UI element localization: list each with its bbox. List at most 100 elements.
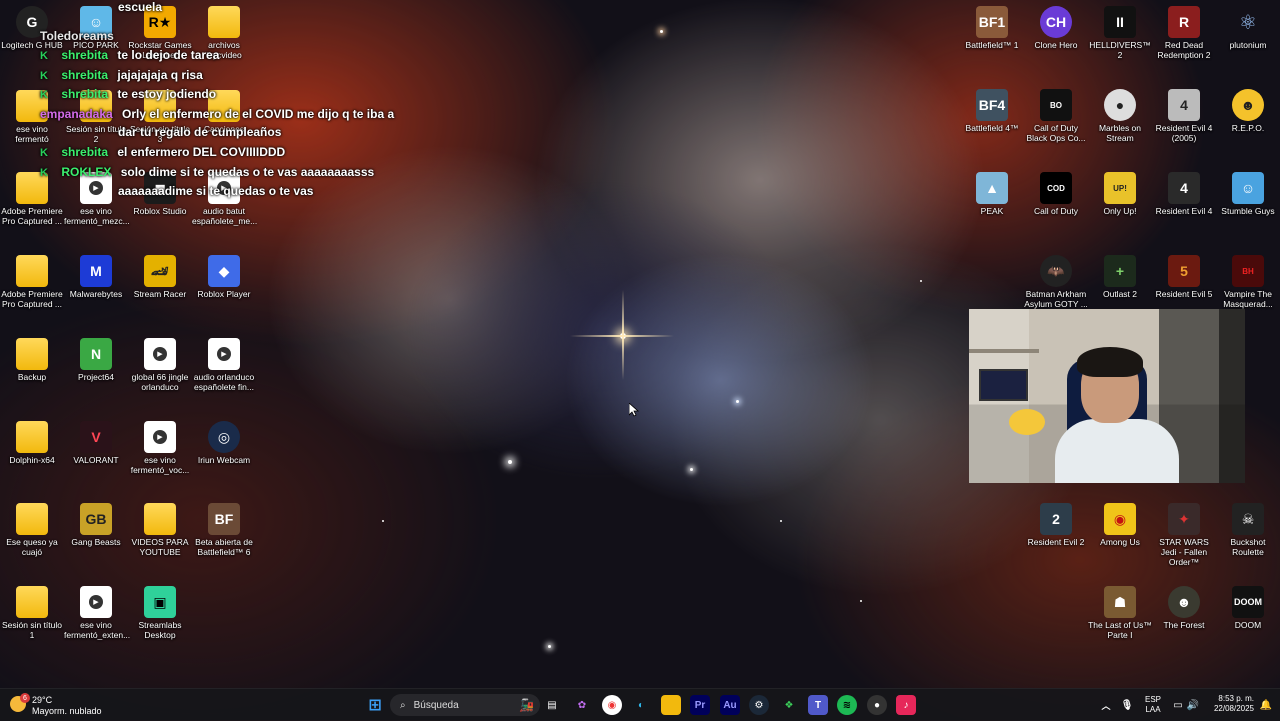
desktop-icon[interactable]: Backup (0, 338, 64, 382)
windows-start-icon[interactable]: ⊞ (365, 695, 385, 715)
desktop-icon[interactable]: BF Beta abierta de Battlefield™ 6 (192, 503, 256, 557)
desktop-icon[interactable]: 🏎 Stream Racer (128, 255, 192, 299)
desktop-icon[interactable]: M Malwarebytes (64, 255, 128, 299)
desktop-icon[interactable]: 5 Resident Evil 5 (1152, 255, 1216, 299)
search-placeholder: Búsqueda (413, 699, 459, 711)
batman-icon: 🦇 (1040, 255, 1072, 287)
taskbar: 6 29°C Mayorm. nublado ⊞ ⌕ Búsqueda 🚂 ▤ … (0, 688, 1280, 721)
video-file-icon: ▶ (208, 338, 240, 370)
chrome-icon[interactable]: ◉ (602, 695, 622, 715)
desktop-icon[interactable]: 🦇 Batman Arkham Asylum GOTY ... (1024, 255, 1088, 309)
desktop-icon[interactable]: ▶ ese vino fermentó_voc... (128, 421, 192, 475)
chat-badge-icon: K (40, 70, 48, 82)
desktop-icon[interactable]: COD Call of Duty (1024, 172, 1088, 216)
desktop-icon[interactable]: ▶ audio orlanduco españolete fin... (192, 338, 256, 392)
roblox-icon: ◆ (208, 255, 240, 287)
star-wars-icon: ✦ (1168, 503, 1200, 535)
star (860, 600, 862, 602)
desktop-icon[interactable]: 4 Resident Evil 4 (2005) (1152, 89, 1216, 143)
desktop-icon[interactable]: Adobe Premiere Pro Captured ... (0, 255, 64, 309)
steam-icon[interactable]: ⚙ (749, 695, 769, 715)
clock[interactable]: 8:53 p. m. 22/08/2025 (1204, 694, 1254, 714)
desktop-icon[interactable]: ◎ Iriun Webcam (192, 421, 256, 465)
battlefield1-icon: BF1 (976, 6, 1008, 38)
streamlabs-icon: ▣ (144, 586, 176, 618)
language-indicator[interactable]: ESP LAA (1140, 695, 1166, 715)
desktop-icon[interactable]: ◆ Roblox Player (192, 255, 256, 299)
folder-icon (208, 6, 240, 38)
spotify-icon[interactable]: ≋ (837, 695, 857, 715)
notifications-icon[interactable]: 🔔 (1256, 695, 1276, 715)
premiere-pro-icon[interactable]: Pr (690, 695, 710, 715)
desktop-icon[interactable]: + Outlast 2 (1088, 255, 1152, 299)
copilot-icon[interactable]: ✿ (572, 695, 592, 715)
desktop-icon[interactable]: ☺ Stumble Guys (1216, 172, 1280, 216)
desktop-icon[interactable]: G Logitech G HUB (0, 6, 64, 50)
desktop-icon[interactable]: Dolphin-x64 (0, 421, 64, 465)
desktop-icon[interactable]: ◉ Among Us (1088, 503, 1152, 547)
chevron-up-icon[interactable]: ︿ (1096, 695, 1116, 715)
cod-bo-icon: BO (1040, 89, 1072, 121)
desktop-icon[interactable]: UP! Only Up! (1088, 172, 1152, 216)
desktop-icon[interactable]: II HELLDIVERS™ 2 (1088, 6, 1152, 60)
desktop-icon[interactable]: BH Vampire The Masquerad... (1216, 255, 1280, 309)
chat-message: empanadaka Orly el enfermero de el COVID… (40, 107, 395, 121)
desktop-icon[interactable]: ☗ The Last of Us™ Parte I (1088, 586, 1152, 640)
cod-icon: COD (1040, 172, 1072, 204)
video-file-icon: ▶ (144, 421, 176, 453)
desktop-icon[interactable]: ☠ Buckshot Roulette (1216, 503, 1280, 557)
tiktok-icon[interactable]: ♪ (896, 695, 916, 715)
outlast-icon: + (1104, 255, 1136, 287)
desktop-icon[interactable]: BF1 Battlefield™ 1 (960, 6, 1024, 50)
desktop-icon[interactable]: ▶ ese vino fermentó_mezc... (64, 172, 130, 226)
task-view-icon[interactable]: ▤ (542, 695, 562, 715)
desktop-icon[interactable]: Ese queso ya cuajó (0, 503, 64, 557)
search-box[interactable]: ⌕ Búsqueda 🚂 (390, 694, 540, 716)
desktop-icon[interactable]: 4 Resident Evil 4 (1152, 172, 1216, 216)
desktop-icon[interactable]: V VALORANT (64, 421, 128, 465)
desktop-icon[interactable]: ☻ The Forest (1152, 586, 1216, 630)
desktop-icon[interactable]: DOOM DOOM (1216, 586, 1280, 630)
desktop-icon[interactable]: ● Marbles on Stream (1088, 89, 1152, 143)
marbles-icon: ● (1104, 89, 1136, 121)
star (508, 460, 512, 464)
desktop-icon[interactable]: BF4 Battlefield 4™ (960, 89, 1024, 133)
desktop-icon[interactable]: VIDEOS PARA YOUTUBE (128, 503, 192, 557)
file-explorer-icon[interactable] (661, 695, 681, 715)
desktop-icon[interactable]: ▶ ese vino fermentó_exten... (64, 586, 130, 640)
obs-icon[interactable]: ● (867, 695, 887, 715)
razer-icon[interactable]: ❖ (779, 695, 799, 715)
audition-icon[interactable]: Au (720, 695, 740, 715)
teams-icon[interactable]: T (808, 695, 828, 715)
microphone-icon[interactable]: 🎙 (1117, 695, 1137, 715)
desktop-icon[interactable]: ▲ PEAK (960, 172, 1024, 216)
battlefield4-icon: BF4 (976, 89, 1008, 121)
desktop-icon[interactable]: Adobe Premiere Pro Captured ... (0, 172, 64, 226)
plutonium-icon: ⚛ (1239, 11, 1257, 34)
desktop-icon[interactable]: ⚛ plutonium (1216, 6, 1280, 51)
desktop-icon[interactable]: Sesión sin título 1 (0, 586, 64, 640)
desktop-icon[interactable]: ▣ Streamlabs Desktop (128, 586, 192, 640)
desktop-icon[interactable]: ☻ R.E.P.O. (1216, 89, 1280, 133)
desktop-icon[interactable]: R Red Dead Redemption 2 (1152, 6, 1216, 60)
the-forest-icon: ☻ (1168, 586, 1200, 618)
desktop-icon[interactable]: GB Gang Beasts (64, 503, 128, 547)
folder-icon (16, 255, 48, 287)
chat-badge-icon: K (40, 89, 48, 101)
star (548, 645, 551, 648)
edge-icon[interactable]: ◐ (631, 695, 651, 715)
desktop-icon[interactable]: N Project64 (64, 338, 128, 382)
helldivers-icon: II (1104, 6, 1136, 38)
volume-icon[interactable]: 🔊 (1183, 695, 1203, 715)
folder-icon (16, 586, 48, 618)
desktop-icon[interactable]: BO Call of Duty Black Ops Co... (1024, 89, 1088, 143)
desktop-icon[interactable]: 2 Resident Evil 2 (1024, 503, 1088, 547)
re2-icon: 2 (1040, 503, 1072, 535)
webcam-monitor (979, 369, 1028, 401)
repo-icon: ☻ (1232, 89, 1264, 121)
desktop-icon[interactable]: CH Clone Hero (1024, 6, 1088, 50)
desktop-icon[interactable]: ▶ audio batut españolete_me... (192, 172, 257, 226)
gang-beasts-icon: GB (80, 503, 112, 535)
desktop-icon[interactable]: ✦ STAR WARS Jedi - Fallen Order™ (1152, 503, 1216, 567)
desktop-icon[interactable]: ▶ global 66 jingle orlanduco (128, 338, 192, 392)
